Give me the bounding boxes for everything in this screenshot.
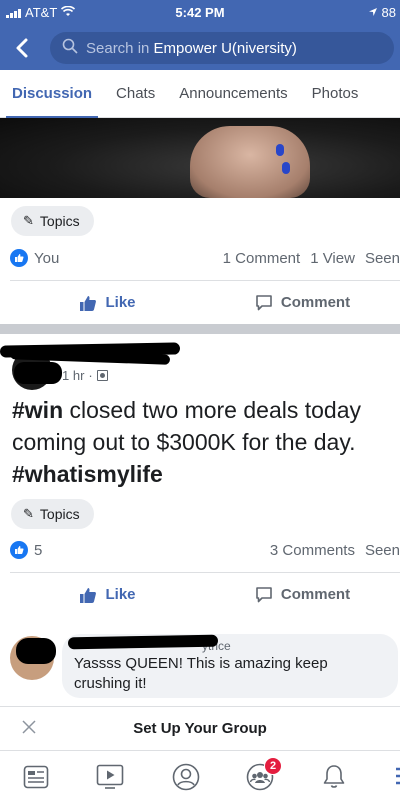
post-meta: 1 hr ·	[62, 368, 108, 383]
hands-photo-content	[190, 126, 310, 198]
search-icon	[62, 38, 78, 58]
post-actions: Like Comment	[10, 572, 400, 616]
topics-button[interactable]: ✎ Topics	[11, 499, 94, 529]
post-photo[interactable]	[0, 118, 400, 198]
seen-link[interactable]: Seen	[365, 250, 400, 267]
group-search-input[interactable]: Search in Empower U(niversity)	[50, 32, 394, 64]
search-placeholder: Search in	[86, 39, 154, 57]
tab-photos[interactable]: Photos	[300, 70, 371, 118]
like-button[interactable]: Like	[10, 573, 205, 616]
pencil-icon: ✎	[23, 213, 34, 228]
notification-badge: 2	[264, 757, 282, 775]
pencil-icon: ✎	[23, 506, 34, 521]
nav-bar: Search in Empower U(niversity)	[0, 26, 400, 70]
tab-announcements[interactable]: Announcements	[167, 70, 299, 118]
redaction-scribble	[16, 638, 56, 664]
profile-icon	[172, 763, 200, 791]
nail-shape	[276, 144, 284, 156]
comment-label: Comment	[280, 294, 351, 311]
thumbs-up-icon	[80, 295, 97, 311]
like-label: Like	[105, 294, 136, 311]
tab-chats[interactable]: Chats	[104, 70, 167, 118]
post-actions: Like Comment	[10, 280, 400, 324]
topics-button[interactable]: ✎ Topics	[11, 206, 94, 236]
setup-group-label: Set Up Your Group	[133, 720, 267, 737]
comment-button[interactable]: Comment	[205, 573, 400, 616]
bell-icon	[323, 765, 345, 788]
location-icon	[368, 5, 378, 20]
watch-video-icon	[96, 764, 124, 789]
hashtag-whatismylife[interactable]: #whatismylife	[12, 461, 163, 487]
chevron-left-icon	[16, 38, 28, 58]
comment-label: Comment	[280, 586, 351, 603]
post-body: closed two more deals today coming out t…	[12, 397, 362, 455]
thumbs-up-icon	[80, 587, 97, 603]
setup-group-banner[interactable]: Set Up Your Group	[0, 706, 400, 750]
bottom-tab-bar: 2	[0, 750, 400, 800]
post-reactions-row[interactable]: You 1 Comment 1 View Seen	[10, 246, 400, 270]
like-reaction-icon	[10, 249, 28, 267]
back-button[interactable]	[10, 34, 38, 62]
like-reaction-icon	[10, 541, 28, 559]
nail-shape	[282, 162, 290, 174]
tab-watch[interactable]	[96, 763, 124, 791]
topics-label: Topics	[39, 506, 80, 522]
topics-label: Topics	[39, 213, 80, 229]
battery-level: 88	[381, 5, 396, 20]
post-time[interactable]: 1 hr	[62, 368, 84, 383]
tab-profile[interactable]	[172, 763, 200, 791]
reaction-name: You	[34, 249, 60, 267]
like-label: Like	[105, 586, 136, 603]
view-count[interactable]: 1 View	[310, 250, 355, 267]
clock: 5:42 PM	[175, 5, 225, 20]
tab-notifications[interactable]	[320, 763, 348, 791]
comment-count[interactable]: 1 Comment	[223, 250, 301, 267]
status-bar: AT&T 5:42 PM 88	[0, 0, 400, 26]
group-tabs: Discussion Chats Announcements Photos	[0, 70, 400, 119]
menu-icon	[396, 767, 400, 785]
post-reactions-row[interactable]: 5 3 Comments Seen	[10, 538, 400, 562]
group-name: Empower U(niversity)	[153, 39, 297, 57]
tab-discussion[interactable]: Discussion	[0, 70, 104, 119]
like-button[interactable]: Like	[10, 281, 205, 324]
comment-count[interactable]: 3 Comments	[270, 542, 355, 559]
comment-icon	[256, 294, 272, 310]
redaction-scribble	[14, 362, 62, 384]
tab-news-feed[interactable]	[22, 763, 50, 791]
comment-text: Yassss QUEEN! This is amazing keep crush…	[74, 655, 328, 692]
tab-groups[interactable]: 2	[246, 757, 282, 791]
seen-link[interactable]: Seen	[365, 542, 400, 559]
comment-icon	[256, 586, 272, 602]
comment-button[interactable]: Comment	[205, 281, 400, 324]
post-text: #win closed two more deals today coming …	[12, 394, 394, 490]
post-separator	[0, 324, 400, 334]
reaction-count: 5	[34, 541, 43, 559]
tab-menu[interactable]	[388, 763, 400, 791]
hashtag-win[interactable]: #win	[12, 397, 63, 423]
group-privacy-icon	[96, 370, 108, 381]
news-feed-icon	[23, 765, 49, 789]
